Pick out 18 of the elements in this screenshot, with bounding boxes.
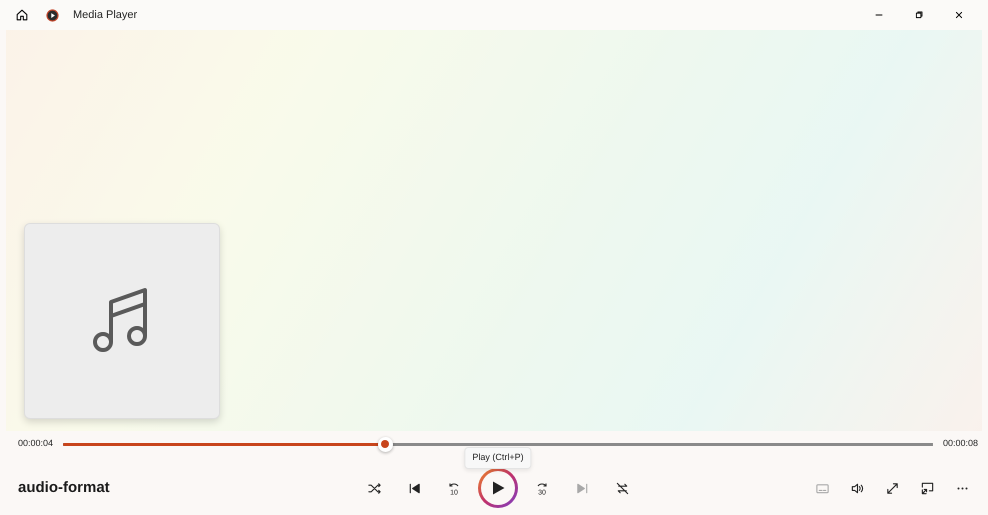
app-logo-icon: [46, 8, 59, 22]
home-icon: [15, 8, 29, 22]
more-icon: [956, 486, 968, 490]
elapsed-time: 00:00:04: [18, 437, 54, 450]
mini-player-icon: [920, 480, 934, 496]
close-icon: [953, 9, 965, 21]
restore-icon: [913, 9, 925, 21]
expand-icon: [884, 480, 900, 496]
seek-handle[interactable]: [378, 436, 393, 452]
total-time: 00:00:08: [942, 437, 978, 450]
repeat-icon: [614, 480, 630, 496]
shuffle-icon: [366, 480, 382, 496]
window-title: Media Player: [73, 8, 138, 23]
play-icon: [490, 480, 506, 496]
next-icon: [574, 480, 590, 496]
tooltip: Play (Ctrl+P): [464, 447, 532, 468]
track-title: audio-format: [18, 478, 111, 498]
previous-icon: [406, 480, 422, 496]
